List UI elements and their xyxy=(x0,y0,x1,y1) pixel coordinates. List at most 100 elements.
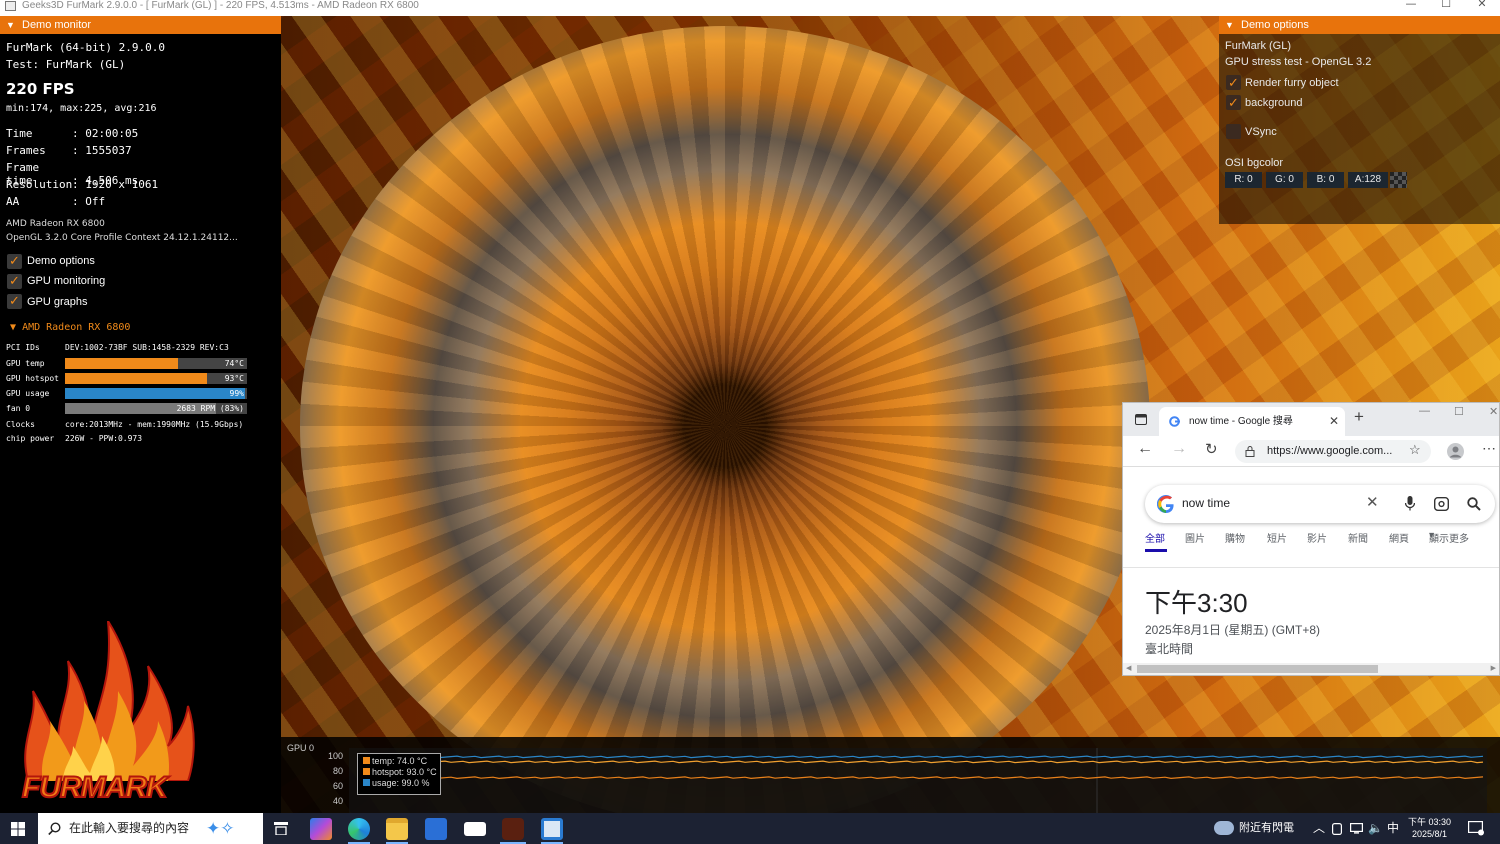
search-tab-all[interactable]: 全部 xyxy=(1145,530,1165,545)
copilot-icon[interactable] xyxy=(310,818,332,840)
windows-start-icon[interactable] xyxy=(11,822,25,836)
osi-b-field[interactable]: B: 0 xyxy=(1307,172,1344,188)
profile-avatar-icon[interactable] xyxy=(1447,443,1464,460)
url-field[interactable]: https://www.google.com... xyxy=(1235,440,1431,463)
y-tick-80: 80 xyxy=(333,766,344,776)
search-tab-shorts[interactable]: 短片 xyxy=(1267,530,1287,545)
window-title: Geeks3D FurMark 2.9.0.0 - [ FurMark (GL)… xyxy=(22,0,419,11)
browser-close-button[interactable]: ✕ xyxy=(1489,405,1498,418)
search-tab-shopping[interactable]: 購物 xyxy=(1225,530,1245,545)
notification-center-icon[interactable] xyxy=(1468,821,1484,836)
volume-icon[interactable]: 🔈 xyxy=(1368,813,1383,844)
results-divider xyxy=(1123,567,1499,568)
show-hidden-icons-chevron-icon[interactable]: ︿ xyxy=(1313,813,1325,844)
stat-frames: Frames: 1555037 xyxy=(6,144,132,157)
result-date: 2025年8月1日 (星期五) (GMT+8) xyxy=(1145,623,1321,637)
search-tab-videos[interactable]: 影片 xyxy=(1307,530,1327,545)
collapse-triangle-icon[interactable]: ▼ xyxy=(1225,16,1234,34)
meet-now-icon[interactable] xyxy=(1332,823,1342,835)
demo-monitor-header[interactable]: ▼ Demo monitor xyxy=(0,16,281,34)
url-text: https://www.google.com... xyxy=(1267,445,1393,457)
bar-fill-1 xyxy=(65,373,207,384)
gpu-graphs-label: GPU graphs xyxy=(27,296,88,308)
demo-options-header[interactable]: ▼ Demo options xyxy=(1219,16,1500,34)
browser-maximize-button[interactable]: ☐ xyxy=(1454,405,1464,418)
ime-indicator[interactable]: 中 xyxy=(1387,813,1399,844)
background-checkbox[interactable]: ✓ xyxy=(1226,95,1241,110)
gpu-section-header[interactable]: ▼ AMD Radeon RX 6800 xyxy=(10,322,130,333)
gpu-graphs-checkbox[interactable]: ✓ xyxy=(7,294,22,309)
search-tab-images[interactable]: 圖片 xyxy=(1185,530,1205,545)
collapse-triangle-icon[interactable]: ▼ xyxy=(6,16,15,34)
app-window-icon[interactable] xyxy=(541,818,563,840)
site-info-icon[interactable] xyxy=(1245,446,1255,457)
osi-r-field[interactable]: R: 0 xyxy=(1225,172,1262,188)
demo-options-checkbox[interactable]: ✓ xyxy=(7,254,22,269)
scroll-right-arrow-icon[interactable]: ▶ xyxy=(1491,663,1496,675)
new-tab-button[interactable]: + xyxy=(1354,407,1364,427)
file-explorer-icon[interactable] xyxy=(386,818,408,840)
browser-window: now time - Google 搜尋 ✕ + — ☐ ✕ ← → ↻ htt… xyxy=(1122,402,1500,676)
clock[interactable]: 下午 03:30 2025/8/1 xyxy=(1408,816,1451,844)
bar-fill-0 xyxy=(65,358,178,369)
google-search-box[interactable]: now time ✕ xyxy=(1145,485,1495,523)
edge-browser-icon[interactable] xyxy=(348,818,370,840)
back-arrow-icon[interactable]: ← xyxy=(1137,440,1153,458)
dropdown-arrow-icon: ▾ xyxy=(1429,530,1435,541)
demo-subtitle: GPU stress test - OpenGL 3.2 xyxy=(1225,56,1372,68)
power-label: chip power xyxy=(6,434,55,443)
google-g-icon xyxy=(1157,495,1174,513)
minimize-button[interactable]: — xyxy=(1400,0,1422,12)
osi-color-swatch[interactable] xyxy=(1390,172,1407,188)
taskbar-search-icon xyxy=(48,822,61,835)
favorites-star-icon[interactable]: ☆ xyxy=(1409,442,1421,458)
furmark-taskbar-icon[interactable] xyxy=(502,818,524,840)
clock-date: 2025/8/1 xyxy=(1411,829,1448,839)
weather-icon[interactable] xyxy=(1214,821,1234,835)
network-icon[interactable] xyxy=(1350,823,1363,834)
render-furry-object-checkbox[interactable]: ✓ xyxy=(1226,75,1241,90)
tab-actions-icon[interactable] xyxy=(1135,414,1147,425)
demo-monitor-title: Demo monitor xyxy=(22,19,92,31)
search-tab-news[interactable]: 新聞 xyxy=(1348,530,1368,545)
scrollbar-thumb[interactable] xyxy=(1137,665,1378,673)
fps-readout: 220 FPS xyxy=(6,80,75,98)
gpu-monitoring-checkbox[interactable]: ✓ xyxy=(7,274,22,289)
fps-stats: min:174, max:225, avg:216 xyxy=(6,103,157,114)
task-view-icon[interactable] xyxy=(274,822,288,835)
y-tick-40: 40 xyxy=(333,796,344,806)
mail-icon[interactable] xyxy=(464,822,486,836)
tab-close-icon[interactable]: ✕ xyxy=(1329,407,1339,436)
vsync-checkbox[interactable] xyxy=(1226,124,1241,139)
stat-aa: AA: Off xyxy=(6,195,106,208)
search-tab-web[interactable]: 網頁 xyxy=(1389,530,1409,545)
microsoft-store-icon[interactable] xyxy=(425,818,447,840)
browser-minimize-button[interactable]: — xyxy=(1419,405,1430,417)
scroll-left-arrow-icon[interactable]: ◀ xyxy=(1126,663,1131,675)
gpu-section-triangle-icon: ▼ xyxy=(10,322,17,333)
reload-icon[interactable]: ↻ xyxy=(1205,440,1218,458)
search-highlight-sparkle-icon: ✦✧ xyxy=(206,819,235,838)
search-icon[interactable] xyxy=(1467,497,1481,511)
lens-search-icon[interactable] xyxy=(1434,497,1449,511)
graph-legend: temp: 74.0 °C hotspot: 93.0 °C usage: 99… xyxy=(357,753,441,795)
gpu-monitoring-label: GPU monitoring xyxy=(27,275,106,287)
bar-label-3: fan 0 xyxy=(6,404,31,413)
legend-hotspot-swatch xyxy=(363,768,370,775)
taskbar: 在此輸入要搜尋的內容 ✦✧ 附近有閃電 ︿ 🔈 中 下午 03:30 2025/… xyxy=(0,813,1500,844)
pci-value: DEV:1002-73BF SUB:1458-2329 REV:C3 xyxy=(65,343,229,352)
maximize-button[interactable]: ☐ xyxy=(1435,0,1457,12)
more-menu-icon[interactable]: ⋯ xyxy=(1482,440,1496,457)
osi-g-field[interactable]: G: 0 xyxy=(1266,172,1303,188)
taskbar-search-box[interactable]: 在此輸入要搜尋的內容 ✦✧ xyxy=(38,813,263,844)
horizontal-scrollbar[interactable]: ◀ ▶ xyxy=(1123,663,1499,675)
google-favicon-icon xyxy=(1169,416,1180,427)
close-button[interactable]: ✕ xyxy=(1471,0,1493,12)
forward-arrow-icon[interactable]: → xyxy=(1171,440,1187,458)
osi-bgcolor-label: OSI bgcolor xyxy=(1225,157,1284,169)
weather-text[interactable]: 附近有閃電 xyxy=(1239,813,1294,844)
voice-search-icon[interactable] xyxy=(1405,496,1415,511)
osi-a-field[interactable]: A:128 xyxy=(1348,172,1388,188)
browser-tab[interactable]: now time - Google 搜尋 ✕ xyxy=(1159,407,1345,436)
clear-search-icon[interactable]: ✕ xyxy=(1366,493,1379,511)
